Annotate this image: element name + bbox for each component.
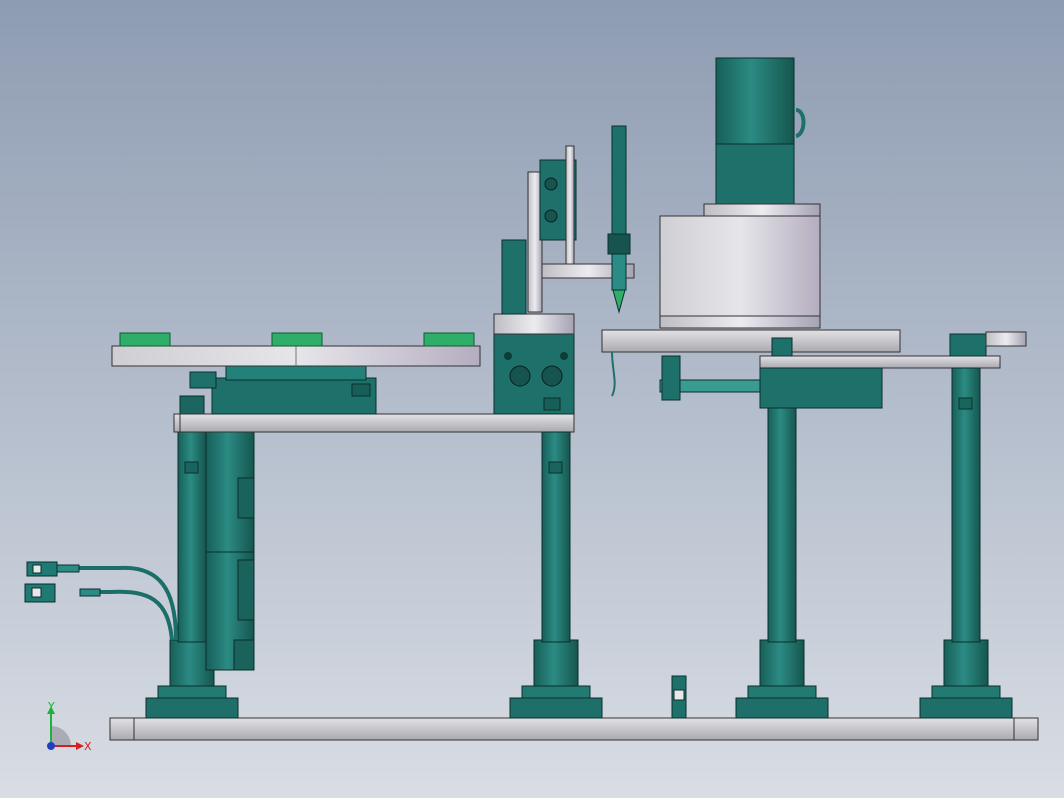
base-plate	[109, 717, 1039, 741]
base-sensor	[671, 675, 687, 719]
y-axis-label: Y	[47, 700, 55, 713]
rotary-indexer	[189, 365, 377, 415]
coordinate-triad-icon: Y X	[47, 700, 92, 753]
pillar-right-2	[919, 367, 1013, 719]
shelf-plate-left	[173, 413, 575, 433]
rotary-disk	[111, 332, 481, 367]
motor-cables	[78, 565, 178, 641]
pillar-middle	[509, 431, 603, 719]
x-axis-label: X	[84, 740, 92, 753]
gear-motor-right	[659, 57, 821, 329]
cylinder-block	[493, 313, 575, 415]
connector-top	[26, 561, 80, 577]
servo-motor-left	[205, 431, 255, 671]
assembly-drawing: Y X	[24, 57, 1039, 753]
cad-viewport[interactable]: Y X	[0, 0, 1064, 798]
dispensing-arm	[501, 125, 635, 315]
connector-bottom	[24, 583, 101, 603]
